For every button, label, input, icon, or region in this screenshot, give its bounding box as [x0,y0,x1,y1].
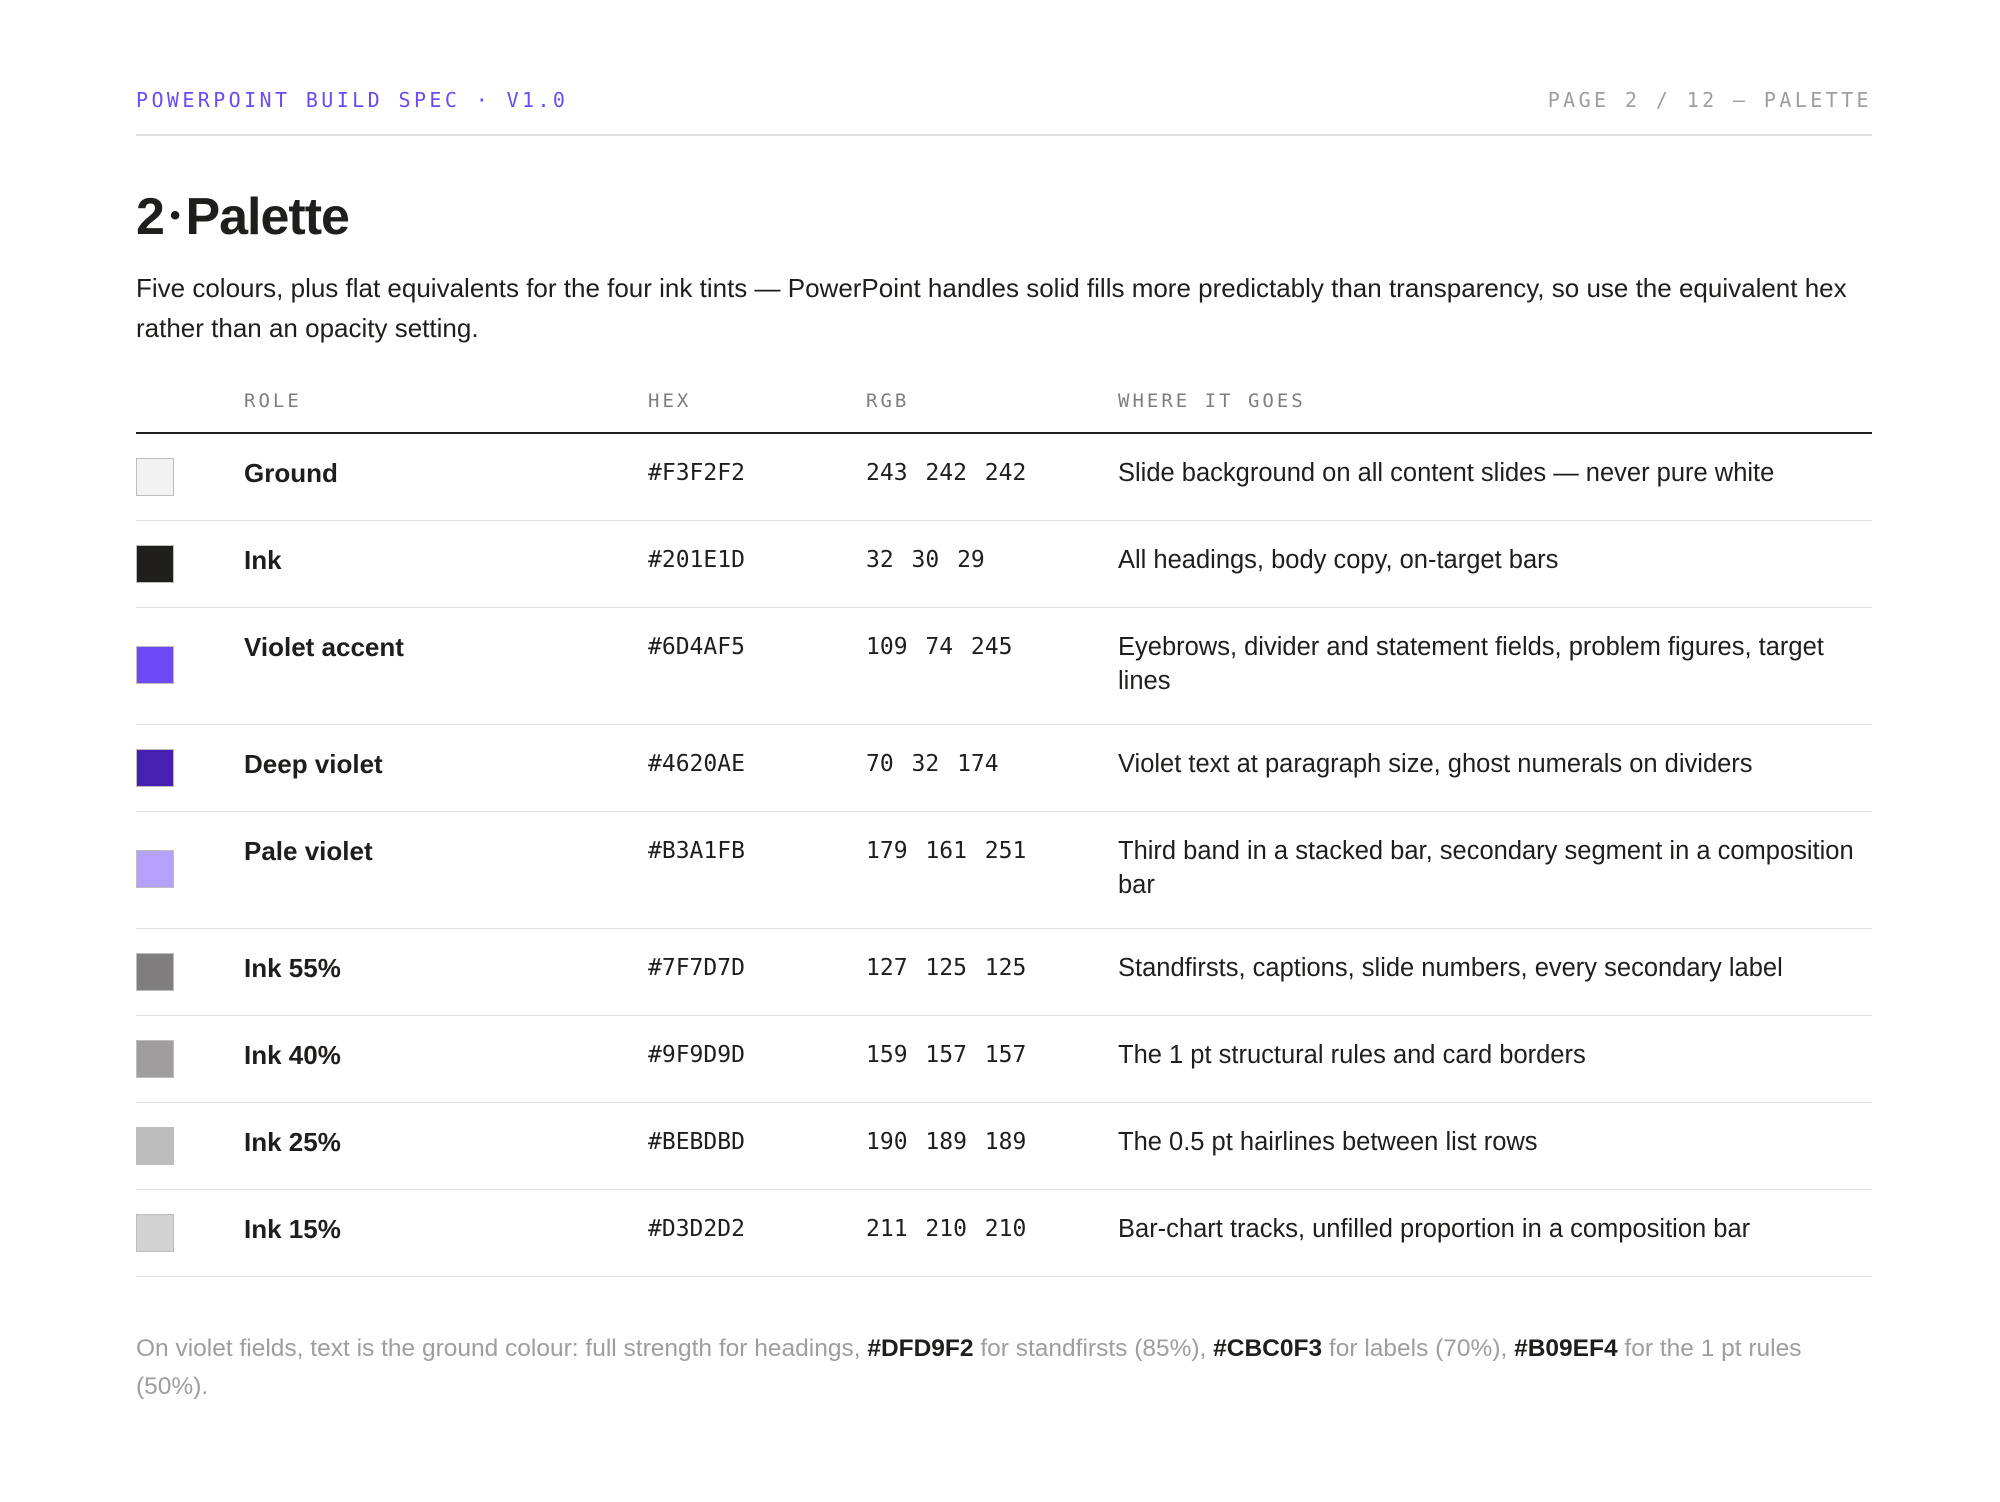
column-header-hex: HEX [648,390,692,412]
page-marker: PAGE 2 / 12 — PALETTE [1547,88,1872,112]
footnote-text: for labels (70%), [1322,1335,1515,1362]
usage-cell: The 1 pt structural rules and card borde… [1118,1041,1586,1069]
usage-cell: Slide background on all content slides —… [1118,459,1775,487]
hex-cell: #F3F2F2 [648,460,745,486]
column-header-rgb: RGB [866,390,910,412]
hex-cell: #7F7D7D [648,955,745,981]
column-header-role: ROLE [244,390,302,412]
role-cell: Pale violet [244,836,373,866]
color-swatch [136,953,174,991]
page-header: POWERPOINT BUILD SPEC · V1.0 PAGE 2 / 12… [136,84,1872,136]
palette-table: ROLE HEX RGB WHERE IT GOES Ground #F3F2F… [136,382,1872,1277]
page-title: 2 • Palette [136,184,350,249]
rgb-cell: 32 30 29 [866,547,985,573]
table-header: ROLE HEX RGB WHERE IT GOES [136,382,1872,434]
hex-cell: #D3D2D2 [648,1216,745,1242]
table-row: Pale violet #B3A1FB 179 161 251 Third ba… [136,812,1872,929]
footnote-text: for standfirsts (85%), [973,1335,1214,1362]
section-number: 2 [136,188,165,246]
hex-cell: #BEBDBD [648,1129,745,1155]
footnote-hex: #CBC0F3 [1213,1335,1323,1362]
usage-cell: Eyebrows, divider and statement fields, … [1118,633,1824,695]
color-swatch [136,646,174,684]
role-cell: Violet accent [244,632,404,662]
rgb-cell: 190 189 189 [866,1129,1027,1155]
footnote-hex: #DFD9F2 [867,1335,974,1362]
usage-cell: Violet text at paragraph size, ghost num… [1118,750,1753,778]
rgb-cell: 70 32 174 [866,751,999,777]
rgb-cell: 127 125 125 [866,955,1027,981]
table-row: Ink 25% #BEBDBD 190 189 189 The 0.5 pt h… [136,1103,1872,1190]
hex-cell: #9F9D9D [648,1042,745,1068]
title-separator: • [169,199,180,232]
table-row: Ground #F3F2F2 243 242 242 Slide backgro… [136,434,1872,521]
usage-cell: The 0.5 pt hairlines between list rows [1118,1128,1538,1156]
table-row: Deep violet #4620AE 70 32 174 Violet tex… [136,725,1872,812]
rgb-cell: 179 161 251 [866,838,1027,864]
table-row: Violet accent #6D4AF5 109 74 245 Eyebrow… [136,608,1872,725]
intro-paragraph: Five colours, plus flat equivalents for … [136,273,1847,343]
hex-cell: #201E1D [648,547,745,573]
hex-cell: #4620AE [648,751,745,777]
color-swatch [136,1040,174,1078]
role-cell: Ink 25% [244,1127,341,1157]
footnote: On violet fields, text is the ground col… [136,1330,1872,1406]
usage-cell: Bar-chart tracks, unfilled proportion in… [1118,1215,1751,1243]
table-row: Ink 55% #7F7D7D 127 125 125 Standfirsts,… [136,929,1872,1016]
hex-cell: #B3A1FB [648,838,745,864]
document-eyebrow: POWERPOINT BUILD SPEC · V1.0 [136,88,569,112]
table-row: Ink #201E1D 32 30 29 All headings, body … [136,521,1872,608]
color-swatch [136,749,174,787]
color-swatch [136,458,174,496]
role-cell: Ink [244,545,282,575]
footnote-text: On violet fields, text is the ground col… [136,1335,868,1362]
color-swatch [136,1127,174,1165]
hex-cell: #6D4AF5 [648,634,745,660]
section-title: Palette [185,188,350,246]
rgb-cell: 243 242 242 [866,460,1027,486]
usage-cell: Standfirsts, captions, slide numbers, ev… [1118,954,1783,982]
rgb-cell: 109 74 245 [866,634,1013,660]
table-row: Ink 40% #9F9D9D 159 157 157 The 1 pt str… [136,1016,1872,1103]
rgb-cell: 159 157 157 [866,1042,1027,1068]
table-row: Ink 15% #D3D2D2 211 210 210 Bar-chart tr… [136,1190,1872,1277]
role-cell: Deep violet [244,749,383,779]
rgb-cell: 211 210 210 [866,1216,1027,1242]
role-cell: Ink 55% [244,953,341,983]
footnote-hex: #B09EF4 [1514,1335,1618,1362]
color-swatch [136,1214,174,1252]
role-cell: Ink 15% [244,1214,341,1244]
role-cell: Ink 40% [244,1040,341,1070]
color-swatch [136,545,174,583]
column-header-where: WHERE IT GOES [1118,390,1306,412]
usage-cell: All headings, body copy, on-target bars [1118,546,1559,574]
color-swatch [136,850,174,888]
role-cell: Ground [244,458,338,488]
usage-cell: Third band in a stacked bar, secondary s… [1118,837,1854,899]
